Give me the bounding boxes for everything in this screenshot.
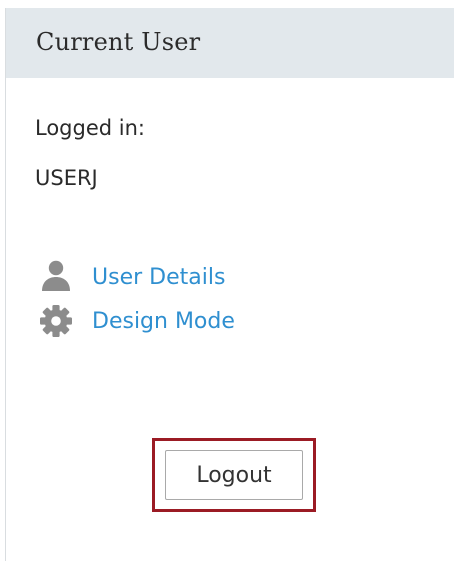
design-mode-link[interactable]: Design Mode (92, 309, 235, 334)
user-details-link-row[interactable]: User Details (36, 260, 225, 294)
panel-header: Current User (6, 8, 454, 78)
logout-highlight-box: Logout (152, 438, 316, 512)
panel-title: Current User (36, 28, 201, 56)
user-icon (36, 260, 76, 294)
logout-button[interactable]: Logout (165, 450, 303, 500)
design-mode-link-row[interactable]: Design Mode (36, 304, 235, 338)
gear-icon (36, 304, 76, 338)
user-details-link[interactable]: User Details (92, 265, 225, 290)
logged-in-label: Logged in: (35, 116, 145, 140)
current-user-panel: Current User Logged in: USERJ User Detai… (5, 8, 454, 561)
username: USERJ (35, 166, 98, 190)
